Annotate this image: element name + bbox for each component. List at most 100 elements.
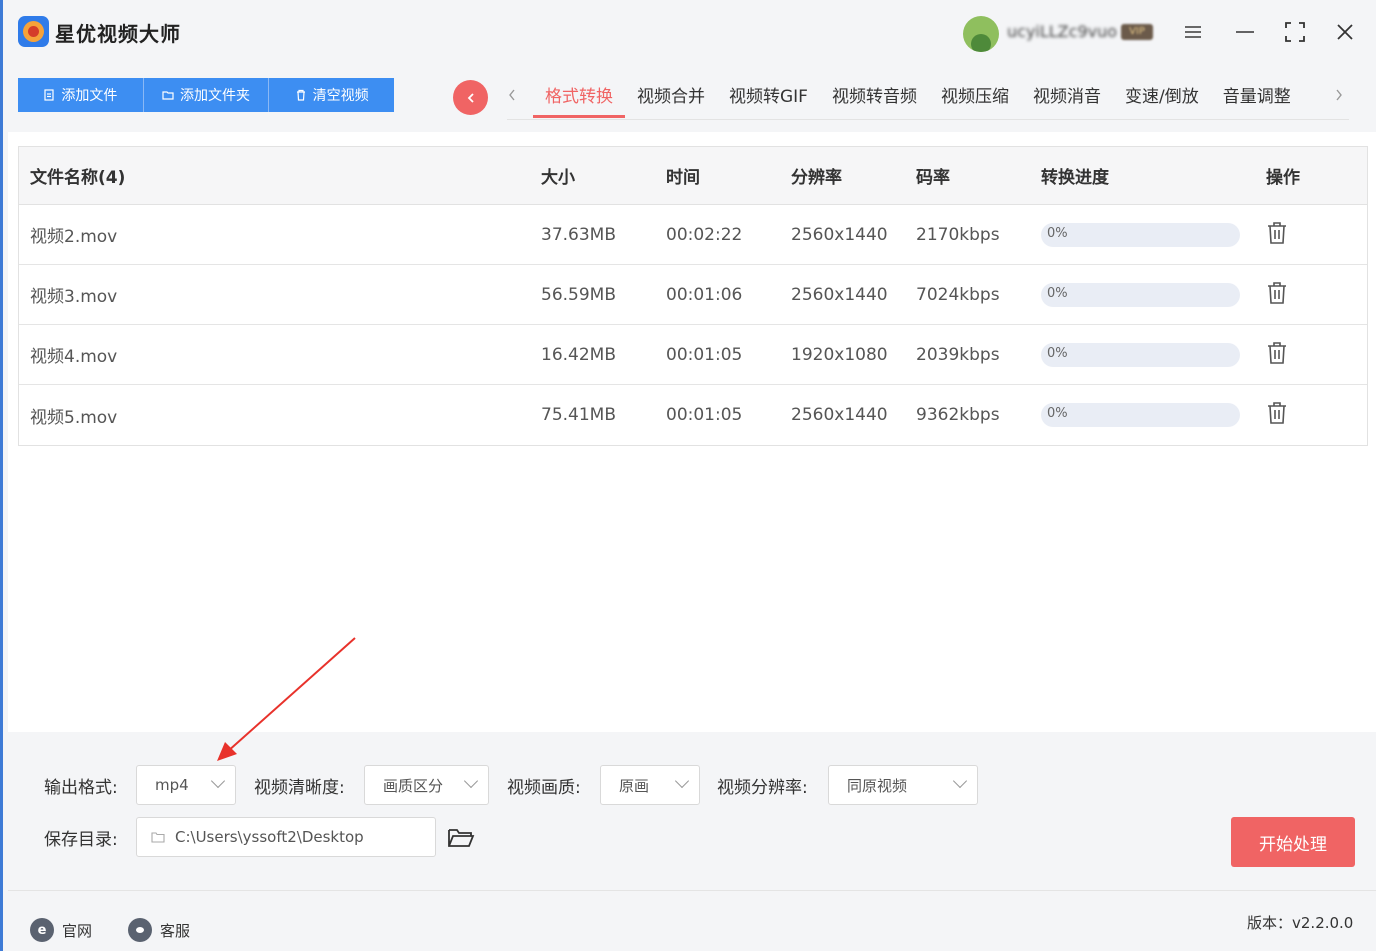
support-link[interactable]: 客服: [128, 918, 190, 942]
trash-icon: [296, 89, 305, 101]
start-processing-button[interactable]: 开始处理: [1231, 817, 1355, 867]
app-title: 星优视频大师: [55, 22, 181, 46]
file-duration: 00:01:06: [666, 284, 743, 305]
table-header: 文件名称(4) 大小 时间 分辨率 码率 转换进度 操作: [19, 147, 1367, 205]
header-name: 文件名称(4): [30, 168, 126, 188]
header-resolution: 分辨率: [791, 168, 842, 188]
tabs-next-icon[interactable]: [1334, 86, 1344, 107]
header-size: 大小: [541, 168, 575, 188]
app-logo-icon: [18, 16, 49, 47]
file-table: 文件名称(4) 大小 时间 分辨率 码率 转换进度 操作 视频2.mov 37.…: [18, 146, 1368, 446]
clear-videos-button[interactable]: 清空视频: [269, 78, 395, 112]
save-dir-value: C:\Users\yssoft2\Desktop: [175, 828, 364, 846]
folder-icon: [162, 91, 174, 100]
folder-icon: [151, 832, 165, 843]
feature-tabs: 格式转换 视频合并 视频转GIF 视频转音频 视频压缩 视频消音 变速/倒放 音…: [533, 82, 1303, 118]
delete-icon[interactable]: [1266, 401, 1288, 429]
table-body: 视频2.mov 37.63MB 00:02:22 2560x1440 2170k…: [19, 205, 1367, 445]
add-file-button[interactable]: 添加文件: [18, 78, 144, 112]
chevron-down-icon: [952, 773, 968, 789]
delete-icon[interactable]: [1266, 281, 1288, 309]
website-link[interactable]: e 官网: [30, 918, 92, 942]
add-folder-label: 添加文件夹: [180, 88, 250, 104]
file-resolution: 2560x1440: [791, 405, 888, 425]
delete-icon[interactable]: [1266, 341, 1288, 369]
file-icon: [44, 89, 54, 101]
website-label: 官网: [62, 921, 93, 940]
progress-bar: 0%: [1041, 222, 1240, 247]
file-name: 视频4.mov: [30, 347, 118, 367]
progress-text: 0%: [1047, 285, 1068, 301]
footer: [8, 890, 1376, 951]
chevron-left-icon: [467, 92, 474, 103]
header-progress: 转换进度: [1041, 168, 1109, 188]
file-duration: 00:02:22: [666, 224, 743, 245]
tabs-prev-icon[interactable]: [507, 86, 517, 107]
tab-speed-reverse[interactable]: 变速/倒放: [1113, 82, 1211, 118]
minimize-icon[interactable]: [1231, 18, 1259, 46]
clarity-select[interactable]: 画质区分: [364, 765, 489, 805]
add-folder-button[interactable]: 添加文件夹: [143, 78, 270, 112]
username[interactable]: ucyiLLZc9vuo: [1007, 22, 1119, 44]
file-bitrate: 2170kbps: [916, 224, 1000, 245]
title-bar: 星优视频大师 ucyiLLZc9vuo VIP: [3, 0, 1376, 64]
file-duration: 00:01:05: [666, 344, 743, 365]
progress-bar: 0%: [1041, 403, 1240, 427]
chevron-down-icon: [674, 773, 690, 789]
table-row[interactable]: 视频4.mov 16.42MB 00:01:05 1920x1080 2039k…: [19, 325, 1367, 385]
delete-icon[interactable]: [1266, 221, 1288, 249]
tab-video-mute[interactable]: 视频消音: [1021, 82, 1113, 118]
app-window: 星优视频大师 ucyiLLZc9vuo VIP 添加文件 添加文件夹 清空视频: [0, 0, 1376, 951]
menu-icon[interactable]: [1179, 18, 1207, 46]
output-format-select[interactable]: mp4: [136, 765, 236, 805]
progress-text: 0%: [1047, 345, 1068, 361]
clarity-label: 视频清晰度:: [254, 778, 345, 798]
file-bitrate: 9362kbps: [916, 405, 1000, 425]
clarity-value: 画质区分: [383, 776, 444, 795]
tab-video-to-gif[interactable]: 视频转GIF: [717, 82, 820, 118]
quality-value: 原画: [619, 776, 650, 795]
header-bitrate: 码率: [916, 168, 950, 188]
chat-icon: [128, 918, 152, 942]
tab-format-convert[interactable]: 格式转换: [533, 82, 625, 118]
toolbar: 添加文件 添加文件夹 清空视频: [18, 78, 395, 112]
resolution-select[interactable]: 同原视频: [828, 765, 978, 805]
annotation-arrow: [217, 637, 356, 761]
tab-video-compress[interactable]: 视频压缩: [929, 82, 1021, 118]
table-row[interactable]: 视频2.mov 37.63MB 00:02:22 2560x1440 2170k…: [19, 205, 1367, 265]
progress-bar: 0%: [1041, 282, 1240, 307]
user-avatar[interactable]: [963, 16, 999, 52]
quality-label: 视频画质:: [507, 778, 581, 798]
table-row[interactable]: 视频5.mov 75.41MB 00:01:05 2560x1440 9362k…: [19, 385, 1367, 445]
maximize-icon[interactable]: [1281, 18, 1309, 46]
header-time: 时间: [666, 168, 700, 188]
file-resolution: 2560x1440: [791, 284, 888, 305]
output-format-value: mp4: [155, 776, 189, 794]
tab-video-merge[interactable]: 视频合并: [625, 82, 717, 118]
file-resolution: 2560x1440: [791, 224, 888, 245]
chevron-down-icon: [210, 773, 226, 789]
table-row[interactable]: 视频3.mov 56.59MB 00:01:06 2560x1440 7024k…: [19, 265, 1367, 325]
save-dir-label: 保存目录:: [44, 830, 118, 850]
file-bitrate: 7024kbps: [916, 284, 1000, 305]
file-resolution: 1920x1080: [791, 344, 888, 365]
tab-video-to-audio[interactable]: 视频转音频: [820, 82, 929, 118]
close-icon[interactable]: [1331, 18, 1359, 46]
file-size: 75.41MB: [541, 405, 616, 425]
tab-volume-adjust[interactable]: 音量调整: [1211, 82, 1303, 118]
file-bitrate: 2039kbps: [916, 344, 1000, 365]
vip-badge: VIP: [1121, 24, 1153, 40]
quality-select[interactable]: 原画: [600, 765, 700, 805]
progress-bar: 0%: [1041, 342, 1240, 367]
file-name: 视频5.mov: [30, 407, 118, 428]
file-size: 37.63MB: [541, 224, 616, 245]
progress-text: 0%: [1047, 225, 1068, 241]
tabs-divider: [507, 119, 1349, 120]
back-button[interactable]: [453, 80, 488, 115]
file-size: 16.42MB: [541, 344, 616, 365]
folder-open-icon[interactable]: [447, 826, 475, 850]
header-actions: 操作: [1266, 168, 1300, 188]
file-name: 视频3.mov: [30, 287, 118, 307]
version-label: 版本：v2.2.0.0: [1247, 914, 1354, 932]
save-dir-input[interactable]: C:\Users\yssoft2\Desktop: [136, 817, 436, 857]
